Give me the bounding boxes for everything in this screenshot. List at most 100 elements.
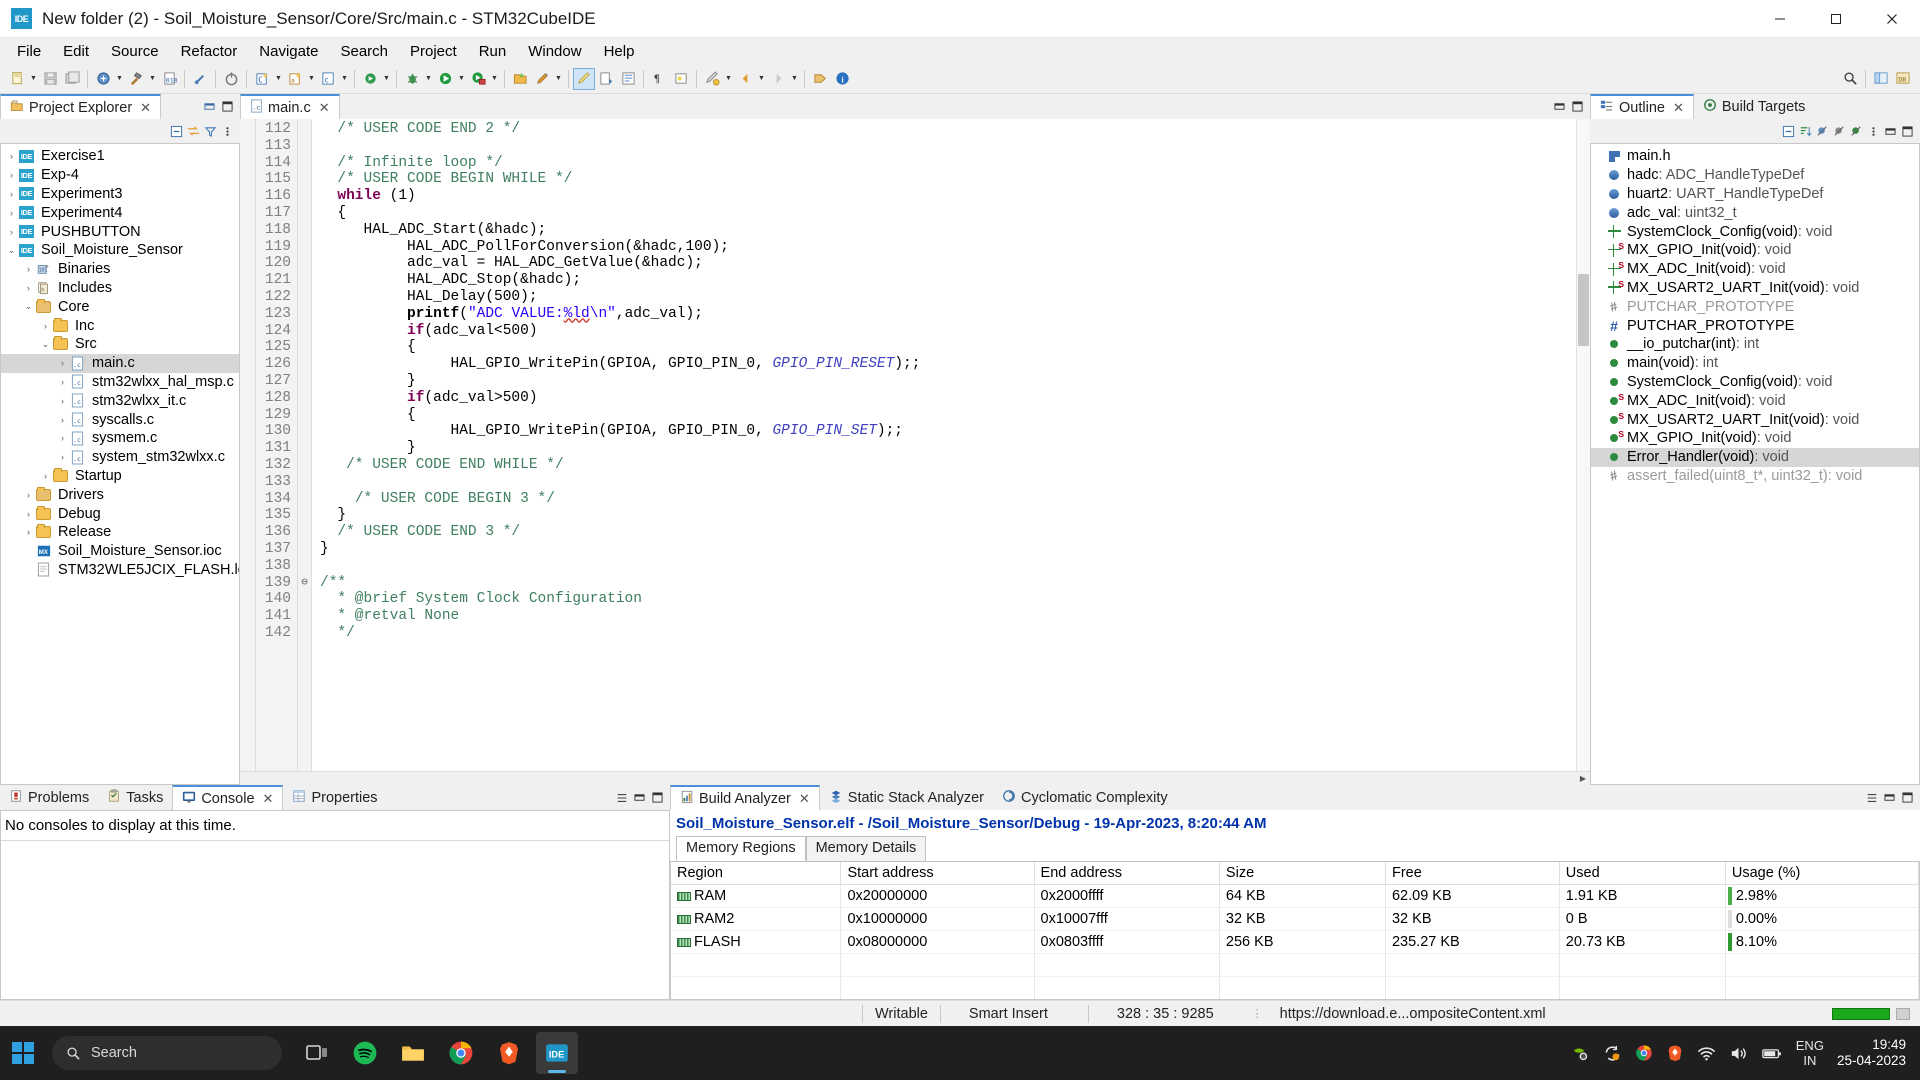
column-header[interactable]: Usage (%)	[1725, 862, 1919, 885]
outline-menu-icon[interactable]	[1866, 124, 1881, 139]
close-icon[interactable]: ✕	[1673, 100, 1684, 116]
column-header[interactable]: Region	[671, 862, 842, 885]
fold-marker[interactable]	[298, 205, 311, 222]
fold-marker[interactable]	[298, 474, 311, 491]
sort-icon[interactable]	[1798, 124, 1813, 139]
last-edit-dropdown-icon[interactable]: ▼	[723, 68, 734, 90]
open-folder-icon[interactable]	[509, 68, 531, 90]
menu-navigate[interactable]: Navigate	[248, 40, 329, 63]
hide-nonpublic-icon[interactable]	[1849, 124, 1864, 139]
fold-marker[interactable]	[298, 272, 311, 289]
tree-item-soil-moisture-sensor-ioc[interactable]: ›MXSoil_Moisture_Sensor.ioc	[1, 542, 239, 561]
fold-marker[interactable]	[298, 339, 311, 356]
fold-marker[interactable]	[298, 507, 311, 524]
outline-item-main-h[interactable]: main.h	[1591, 147, 1919, 166]
fold-marker[interactable]	[298, 289, 311, 306]
cancel-build-icon[interactable]	[189, 68, 211, 90]
tab-build-analyzer[interactable]: Build Analyzer ✕	[670, 785, 820, 810]
menu-project[interactable]: Project	[399, 40, 468, 63]
outline-item-mx-usart2-uart-init-void-[interactable]: S MX_USART2_UART_Init(void) : void	[1591, 410, 1919, 429]
tab-build-targets[interactable]: Build Targets	[1693, 94, 1815, 119]
close-button[interactable]	[1864, 0, 1920, 38]
tree-item-exercise1[interactable]: › IDE Exercise1	[1, 147, 239, 166]
outline-item-error-handler-void-[interactable]: Error_Handler(void) : void	[1591, 447, 1919, 467]
build-dropdown-icon[interactable]: ▼	[114, 68, 125, 90]
tab-project-explorer[interactable]: Project Explorer ✕	[0, 94, 162, 119]
hammer-build-icon[interactable]	[125, 68, 147, 90]
perspective-debug-icon[interactable]: DB	[1892, 68, 1914, 90]
outline-item-mx-gpio-init-void-[interactable]: S MX_GPIO_Init(void) : void	[1591, 241, 1919, 260]
brave-tray-icon[interactable]	[1666, 1044, 1684, 1062]
fold-marker[interactable]	[298, 255, 311, 272]
view-menu-icon[interactable]	[220, 124, 235, 139]
tree-item-sysmem-c[interactable]: › .c sysmem.c	[1, 429, 239, 448]
fold-marker[interactable]	[298, 524, 311, 541]
maximize-editor-icon[interactable]	[1570, 99, 1585, 114]
expand-chevron-icon[interactable]: ›	[56, 358, 69, 368]
column-header[interactable]: Size	[1219, 862, 1386, 885]
outline-item-mx-gpio-init-void-[interactable]: S MX_GPIO_Init(void) : void	[1591, 429, 1919, 448]
close-icon[interactable]: ✕	[140, 100, 151, 116]
fold-marker[interactable]	[298, 390, 311, 407]
stm32cubeide-icon[interactable]: IDE	[536, 1032, 578, 1074]
debug-dropdown-icon[interactable]: ▼	[381, 68, 392, 90]
tree-item-drivers[interactable]: › Drivers	[1, 485, 239, 504]
close-icon[interactable]: ✕	[263, 791, 274, 807]
outline-item-main-void-[interactable]: main(void) : int	[1591, 354, 1919, 373]
code-editor[interactable]: 112 113 114 115 116 117 118 119 120 121 122 123 124 1…	[240, 119, 1590, 771]
outline-item-assert-failed-uint8-t-uint32-t-[interactable]: # assert_failed(uint8_t*, uint32_t) : voi…	[1591, 467, 1919, 486]
spotify-icon[interactable]	[344, 1032, 386, 1074]
new-class-icon[interactable]: c	[317, 68, 339, 90]
tree-item-release[interactable]: › Release	[1, 523, 239, 542]
expand-chevron-icon[interactable]: ›	[5, 208, 18, 218]
expand-chevron-icon[interactable]: ›	[56, 377, 69, 387]
menu-refactor[interactable]: Refactor	[170, 40, 249, 63]
outline-item-huart2[interactable]: huart2 : UART_HandleTypeDef	[1591, 185, 1919, 204]
save-all-icon[interactable]	[61, 68, 83, 90]
outline-item-hadc[interactable]: hadc : ADC_HandleTypeDef	[1591, 166, 1919, 185]
paintbrush-icon[interactable]	[531, 68, 553, 90]
new-asm-dropdown-icon[interactable]: ▼	[306, 68, 317, 90]
bug-dropdown-icon[interactable]: ▼	[423, 68, 434, 90]
tree-item-main-c[interactable]: › .c main.c	[1, 353, 239, 373]
link-with-editor-icon[interactable]	[186, 124, 201, 139]
task-view-icon[interactable]	[296, 1032, 338, 1074]
volume-icon[interactable]	[1729, 1044, 1748, 1063]
expand-chevron-icon[interactable]: ›	[56, 415, 69, 425]
expand-chevron-icon[interactable]: ›	[56, 452, 69, 462]
tree-item-src[interactable]: ⌄ Src	[1, 335, 239, 354]
tree-item-experiment3[interactable]: › IDE Experiment3	[1, 185, 239, 204]
view-menu-icon[interactable]	[614, 790, 629, 805]
bug-icon[interactable]	[401, 68, 423, 90]
toggle-block-selection-icon[interactable]	[617, 68, 639, 90]
fold-marker[interactable]	[298, 306, 311, 323]
column-header[interactable]: Used	[1559, 862, 1726, 885]
minimize-outline-icon[interactable]	[1883, 124, 1898, 139]
run-config-icon[interactable]	[467, 68, 489, 90]
run-config-dropdown-icon[interactable]: ▼	[489, 68, 500, 90]
chrome-icon[interactable]	[440, 1032, 482, 1074]
taskbar-search-box[interactable]: Search	[52, 1036, 282, 1070]
debug-icon[interactable]	[359, 68, 381, 90]
fold-marker[interactable]	[298, 356, 311, 373]
expand-chevron-icon[interactable]: ⌄	[22, 301, 35, 312]
expand-chevron-icon[interactable]: ›	[22, 264, 35, 274]
menu-edit[interactable]: Edit	[52, 40, 100, 63]
forward-dropdown-icon[interactable]: ▼	[789, 68, 800, 90]
expand-chevron-icon[interactable]: ›	[5, 170, 18, 180]
expand-chevron-icon[interactable]: ›	[22, 527, 35, 537]
binary-view-icon[interactable]: 010	[158, 68, 180, 90]
fold-marker[interactable]	[298, 457, 311, 474]
file-explorer-icon[interactable]	[392, 1032, 434, 1074]
collapse-all-icon[interactable]	[169, 124, 184, 139]
fold-marker[interactable]	[298, 491, 311, 508]
tab-problems[interactable]: Problems	[0, 785, 99, 810]
minimize-editor-icon[interactable]	[1552, 99, 1567, 114]
expand-chevron-icon[interactable]: ›	[39, 321, 52, 331]
status-drag-handle[interactable]: ⋮	[1248, 1007, 1268, 1020]
table-row[interactable]: RAM 0x20000000 0x2000ffff 64 KB 62.09 KB 1.91…	[671, 884, 1919, 908]
fold-marker[interactable]	[298, 239, 311, 256]
fold-marker[interactable]	[298, 407, 311, 424]
maximize-button[interactable]	[1808, 0, 1864, 38]
hide-fields-icon[interactable]	[1815, 124, 1830, 139]
